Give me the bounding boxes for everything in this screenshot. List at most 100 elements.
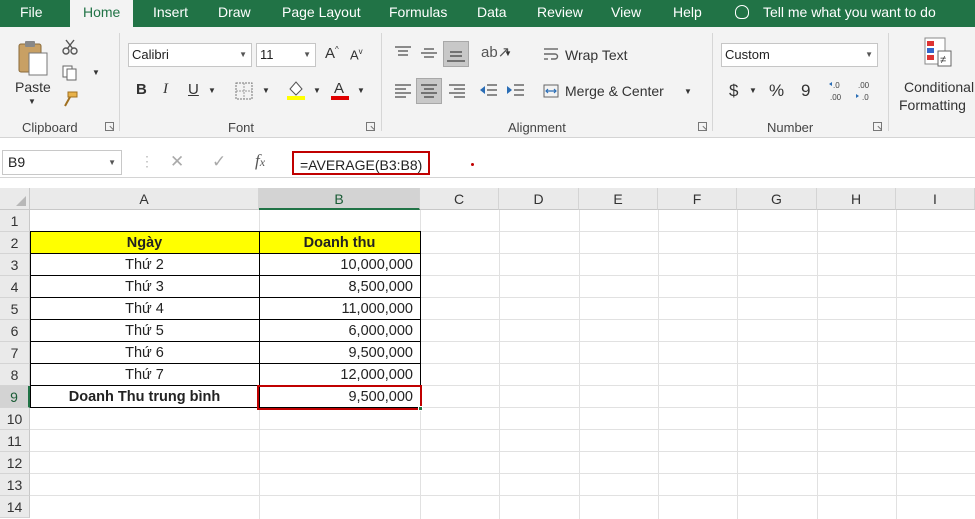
italic-button[interactable]: I [163,81,168,98]
cell-a7[interactable]: Thứ 6 [30,342,259,364]
row-header-4[interactable]: 4 [0,276,30,298]
tab-insert[interactable]: Insert [153,0,188,27]
currency-dropdown-icon[interactable]: ▼ [749,86,757,95]
tab-page-layout[interactable]: Page Layout [282,0,361,27]
select-all-corner[interactable] [0,188,30,210]
row-header-10[interactable]: 10 [0,408,30,430]
cell-a9[interactable]: Doanh Thu trung bình [30,386,259,408]
increase-decimal-icon[interactable]: .0.00 [828,79,850,103]
cell-b5[interactable]: 11,000,000 [259,298,420,320]
insert-function-icon[interactable]: fx [255,151,265,171]
cell-b4[interactable]: 8,500,000 [259,276,420,298]
number-format-dropdown[interactable]: Custom ▼ [721,43,878,67]
align-center-icon[interactable] [416,78,442,104]
row-header-12[interactable]: 12 [0,452,30,474]
column-header-d[interactable]: D [499,188,579,210]
cell-a5[interactable]: Thứ 4 [30,298,259,320]
tab-help[interactable]: Help [673,0,702,27]
cell-b3[interactable]: 10,000,000 [259,254,420,276]
merge-center-button[interactable]: Merge & Center [565,83,664,99]
paste-icon[interactable] [16,39,50,79]
cut-icon[interactable] [62,39,78,55]
underline-dropdown-icon[interactable]: ▼ [208,86,216,95]
number-launcher-icon[interactable] [873,122,882,131]
paste-dropdown-arrow-icon[interactable]: ▼ [28,97,36,106]
row-header-14[interactable]: 14 [0,496,30,518]
cancel-icon[interactable]: ✕ [170,152,184,172]
decrease-decimal-icon[interactable]: .00.0 [855,79,877,103]
row-header-5[interactable]: 5 [0,298,30,320]
tab-view[interactable]: View [611,0,641,27]
fill-color-dropdown-icon[interactable]: ▼ [313,86,321,95]
column-header-h[interactable]: H [817,188,896,210]
cell-a8[interactable]: Thứ 7 [30,364,259,386]
column-header-b[interactable]: B [259,188,420,210]
merge-dropdown-icon[interactable]: ▼ [684,87,692,96]
align-left-icon[interactable] [394,83,412,99]
tell-me-search[interactable]: Tell me what you want to do [735,0,936,27]
font-color-dropdown-icon[interactable]: ▼ [357,86,365,95]
column-header-g[interactable]: G [737,188,817,210]
fill-handle[interactable] [418,406,423,411]
cell-a4[interactable]: Thứ 3 [30,276,259,298]
borders-icon[interactable] [235,82,253,100]
bold-button[interactable]: B [136,81,147,98]
formula-input[interactable]: =AVERAGE(B3:B8) [292,151,431,175]
cell-b7[interactable]: 9,500,000 [259,342,420,364]
tab-formulas[interactable]: Formulas [389,0,447,27]
tab-data[interactable]: Data [477,0,507,27]
align-top-icon[interactable] [394,45,412,61]
name-box[interactable]: B9 ▼ [2,150,122,175]
cell-b2[interactable]: Doanh thu [259,232,420,254]
row-header-6[interactable]: 6 [0,320,30,342]
alignment-launcher-icon[interactable] [698,122,707,131]
tab-file[interactable]: File [20,0,43,27]
fill-color-icon[interactable] [286,79,306,101]
column-header-a[interactable]: A [30,188,259,210]
clipboard-launcher-icon[interactable] [105,122,114,131]
increase-font-size-icon[interactable]: A^ [325,45,339,62]
font-launcher-icon[interactable] [366,122,375,131]
row-header-11[interactable]: 11 [0,430,30,452]
copy-dropdown-arrow-icon[interactable]: ▼ [92,68,100,77]
borders-dropdown-icon[interactable]: ▼ [262,86,270,95]
align-bottom-icon[interactable] [443,41,469,67]
enter-check-icon[interactable]: ✓ [212,152,226,172]
decrease-font-size-icon[interactable]: Av [350,47,363,62]
comma-style-button[interactable]: 9 [801,81,810,101]
conditional-formatting-label-1[interactable]: Conditional [904,79,974,95]
wrap-text-icon[interactable] [543,46,559,62]
row-header-7[interactable]: 7 [0,342,30,364]
tab-home[interactable]: Home [70,0,134,29]
row-header-13[interactable]: 13 [0,474,30,496]
conditional-formatting-label-2[interactable]: Formatting [899,97,966,113]
row-header-2[interactable]: 2 [0,232,30,254]
tab-review[interactable]: Review [537,0,583,27]
font-size-dropdown[interactable]: 11 ▼ [256,43,316,67]
column-header-c[interactable]: C [420,188,499,210]
merge-center-icon[interactable] [543,83,559,99]
worksheet-grid[interactable]: A B C D E F G H I 1 2 3 4 5 6 7 8 9 10 1… [0,188,975,519]
format-painter-icon[interactable] [62,91,78,107]
row-header-3[interactable]: 3 [0,254,30,276]
percent-format-button[interactable]: % [769,81,784,101]
font-name-dropdown[interactable]: Calibri ▼ [128,43,252,67]
conditional-formatting-icon[interactable]: ≠ [924,37,952,67]
paste-button-label[interactable]: Paste [15,79,51,95]
increase-indent-icon[interactable] [505,82,525,98]
wrap-text-button[interactable]: Wrap Text [565,47,628,63]
cell-a3[interactable]: Thứ 2 [30,254,259,276]
decrease-indent-icon[interactable] [478,82,498,98]
row-header-8[interactable]: 8 [0,364,30,386]
cell-a2[interactable]: Ngày [30,232,259,254]
row-header-1[interactable]: 1 [0,210,30,232]
cell-b6[interactable]: 6,000,000 [259,320,420,342]
column-header-e[interactable]: E [579,188,658,210]
underline-button[interactable]: U [188,81,199,98]
copy-icon[interactable] [62,65,78,81]
row-header-9[interactable]: 9 [0,386,30,408]
align-middle-icon[interactable] [420,45,438,61]
cell-b8[interactable]: 12,000,000 [259,364,420,386]
align-right-icon[interactable] [448,83,466,99]
font-color-icon[interactable]: A [330,79,350,101]
